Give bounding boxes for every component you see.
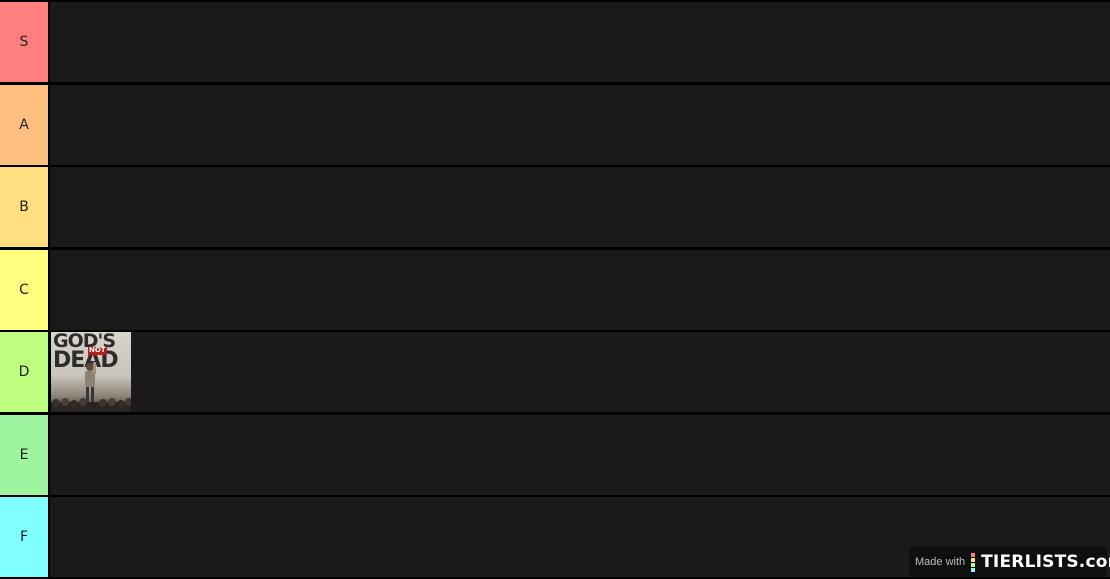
tierlists-watermark[interactable]: Made with TIERLISTS.com bbox=[909, 547, 1110, 577]
poster-not-sign: NOT bbox=[88, 346, 107, 355]
tier-label-e[interactable]: E bbox=[0, 414, 50, 495]
tier-label-f[interactable]: F bbox=[0, 497, 50, 577]
tier-items-d[interactable]: GOD'S DEAD NOT bbox=[50, 332, 1110, 412]
tier-row-d: D GOD'S DEAD NOT bbox=[0, 332, 1110, 412]
watermark-made-with: Made with bbox=[915, 556, 966, 568]
tier-label-a[interactable]: A bbox=[0, 84, 50, 165]
tier-row-s: S bbox=[0, 2, 1110, 82]
tier-row-e: E bbox=[0, 414, 1110, 495]
poster-crowd-image bbox=[51, 398, 131, 412]
tier-label-b[interactable]: B bbox=[0, 167, 50, 247]
tier-items-b[interactable] bbox=[50, 167, 1110, 247]
tier-row-c: C bbox=[0, 249, 1110, 330]
tier-label-c[interactable]: C bbox=[0, 249, 50, 330]
tier-row-b: B bbox=[0, 167, 1110, 247]
tier-list: S A B C D GOD'S DEAD NOT E F Made with T… bbox=[0, 0, 1110, 579]
tier-row-a: A bbox=[0, 84, 1110, 165]
tier-items-s[interactable] bbox=[50, 2, 1110, 82]
tier-label-s[interactable]: S bbox=[0, 2, 50, 82]
tier-label-d[interactable]: D bbox=[0, 332, 50, 412]
watermark-brand: TIERLISTS.com bbox=[981, 552, 1110, 572]
tier-items-e[interactable] bbox=[50, 414, 1110, 495]
movie-poster-item[interactable]: GOD'S DEAD NOT bbox=[50, 332, 131, 412]
tierlists-logo-icon bbox=[971, 552, 976, 572]
tier-items-a[interactable] bbox=[50, 84, 1110, 165]
tier-items-c[interactable] bbox=[50, 249, 1110, 330]
